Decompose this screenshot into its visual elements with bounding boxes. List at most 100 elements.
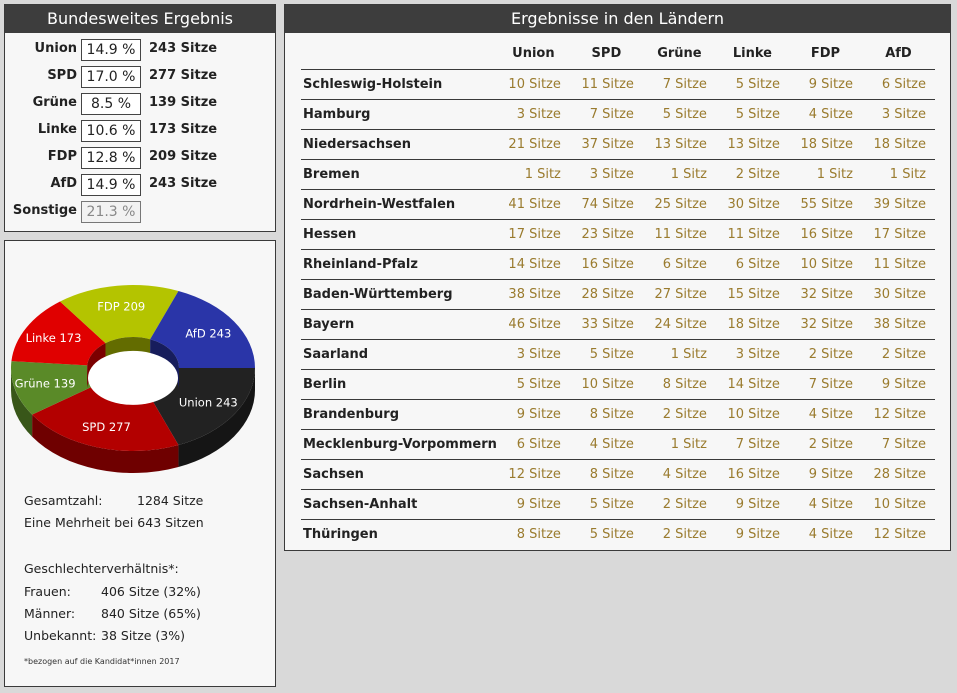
state-name: Schleswig-Holstein <box>301 68 497 99</box>
state-seat-cell: 46 Sitze <box>496 308 570 339</box>
state-seat-cell: 38 Sitze <box>496 278 570 309</box>
national-row: FDP 12.8 % 209 Sitze <box>5 147 275 169</box>
state-seat-cell: 30 Sitze <box>861 278 935 309</box>
percent-field: 14.9 % <box>81 39 141 61</box>
state-seat-cell: 25 Sitze <box>642 188 716 219</box>
state-seat-cell: 16 Sitze <box>788 218 862 249</box>
state-seat-cell: 8 Sitze <box>569 458 643 489</box>
party-column-header: AfD <box>885 46 912 62</box>
state-row: Mecklenburg-Vorpommern 6 Sitze 4 Sitze 1 Si… <box>301 428 935 459</box>
state-seat-cell: 5 Sitze <box>715 68 789 99</box>
state-seat-cell: 15 Sitze <box>715 278 789 309</box>
state-row: Baden-Württemberg 38 Sitze 28 Sitze 27 Sitz… <box>301 278 935 309</box>
state-name: Sachsen-Anhalt <box>301 488 497 519</box>
state-name: Sachsen <box>301 458 497 489</box>
state-name: Thüringen <box>301 518 497 549</box>
state-seat-cell: 1 Sitz <box>642 158 716 189</box>
party-seats: 243 Sitze <box>149 176 218 191</box>
state-seat-cell: 16 Sitze <box>569 248 643 279</box>
state-name: Berlin <box>301 368 497 399</box>
party-column-header: FDP <box>810 46 841 62</box>
percent-field: 10.6 % <box>81 120 141 142</box>
state-seat-cell: 8 Sitze <box>569 398 643 429</box>
party-name: Sonstige <box>12 203 77 218</box>
states-result-panel: Ergebnisse in den Ländern Union SPD Grüne L… <box>284 4 951 551</box>
state-seat-cell: 6 Sitze <box>496 428 570 459</box>
state-seat-cell: 24 Sitze <box>642 308 716 339</box>
state-seat-cell: 14 Sitze <box>715 368 789 399</box>
unknown-value: 38 Sitze (3%) <box>101 628 185 643</box>
state-row: Hessen 17 Sitze 23 Sitze 11 Sitze 11 Sitze 16… <box>301 218 935 249</box>
state-row: Bremen 1 Sitz 3 Sitze 1 Sitz 2 Sitze 1 Sitz 1 … <box>301 158 935 189</box>
state-name: Bayern <box>301 308 497 339</box>
national-row: AfD 14.9 % 243 Sitze <box>5 174 275 196</box>
state-name: Hamburg <box>301 98 497 129</box>
state-seat-cell: 3 Sitze <box>861 98 935 129</box>
state-seat-cell: 7 Sitze <box>715 428 789 459</box>
state-seat-cell: 6 Sitze <box>642 248 716 279</box>
state-seat-cell: 2 Sitze <box>861 338 935 369</box>
seat-donut-chart: Union 243 SPD 277 Grüne 139 Linke 173 FDP 20… <box>11 285 255 473</box>
state-seat-cell: 18 Sitze <box>715 308 789 339</box>
state-seat-cell: 4 Sitze <box>788 488 862 519</box>
state-seat-cell: 17 Sitze <box>496 218 570 249</box>
state-seat-cell: 10 Sitze <box>496 68 570 99</box>
percent-field: 17.0 % <box>81 66 141 88</box>
state-seat-cell: 32 Sitze <box>788 278 862 309</box>
unknown-label: Unbekannt: <box>24 628 97 643</box>
state-seat-cell: 2 Sitze <box>788 338 862 369</box>
men-label: Männer: <box>24 606 76 621</box>
state-seat-cell: 18 Sitze <box>861 128 935 159</box>
party-name: SPD <box>47 68 77 83</box>
state-seat-cell: 9 Sitze <box>788 68 862 99</box>
state-name: Hessen <box>301 218 497 249</box>
state-seat-cell: 1 Sitz <box>642 338 716 369</box>
state-seat-cell: 23 Sitze <box>569 218 643 249</box>
state-seat-cell: 5 Sitze <box>569 488 643 519</box>
state-seat-cell: 7 Sitze <box>788 368 862 399</box>
state-seat-cell: 12 Sitze <box>861 398 935 429</box>
party-name: Grüne <box>32 95 77 110</box>
majority-text: Eine Mehrheit bei 643 Sitzen <box>24 515 204 530</box>
total-value: 1284 Sitze <box>137 493 204 508</box>
state-row: Brandenburg 9 Sitze 8 Sitze 2 Sitze 10 Sitze… <box>301 398 935 429</box>
national-row: Grüne 8.5 % 139 Sitze <box>5 93 275 115</box>
state-seat-cell: 10 Sitze <box>861 488 935 519</box>
state-seat-cell: 38 Sitze <box>861 308 935 339</box>
state-seat-cell: 7 Sitze <box>569 98 643 129</box>
percent-field: 21.3 % <box>81 201 141 223</box>
state-seat-cell: 3 Sitze <box>496 338 570 369</box>
state-name: Mecklenburg-Vorpommern <box>301 428 497 459</box>
women-value: 406 Sitze (32%) <box>101 584 201 599</box>
state-row: Sachsen-Anhalt 9 Sitze 5 Sitze 2 Sitze 9 Sit… <box>301 488 935 519</box>
state-seat-cell: 6 Sitze <box>715 248 789 279</box>
percent-field: 8.5 % <box>81 93 141 115</box>
national-result-panel: Bundesweites Ergebnis Union 14.9 % 243 Sit… <box>4 4 276 232</box>
slice-label-union: Union 243 <box>179 396 238 410</box>
state-seat-cell: 9 Sitze <box>861 368 935 399</box>
party-name: AfD <box>50 176 77 191</box>
state-seat-cell: 14 Sitze <box>496 248 570 279</box>
state-seat-cell: 11 Sitze <box>569 68 643 99</box>
party-seats: 209 Sitze <box>149 149 218 164</box>
slice-label-afd: AfD 243 <box>185 326 231 340</box>
state-name: Saarland <box>301 338 497 369</box>
national-row: Linke 10.6 % 173 Sitze <box>5 120 275 142</box>
state-seat-cell: 28 Sitze <box>569 278 643 309</box>
state-row: Bayern 46 Sitze 33 Sitze 24 Sitze 18 Sitze 32… <box>301 308 935 339</box>
state-row: Thüringen 8 Sitze 5 Sitze 2 Sitze 9 Sitze 4 S… <box>301 518 935 549</box>
state-seat-cell: 17 Sitze <box>861 218 935 249</box>
state-column-header <box>301 39 497 69</box>
national-row: Sonstige 21.3 % <box>5 201 275 223</box>
state-seat-cell: 32 Sitze <box>788 308 862 339</box>
state-seat-cell: 2 Sitze <box>715 158 789 189</box>
state-seat-cell: 74 Sitze <box>569 188 643 219</box>
state-seat-cell: 2 Sitze <box>642 488 716 519</box>
state-seat-cell: 55 Sitze <box>788 188 862 219</box>
state-row: Rheinland-Pfalz 14 Sitze 16 Sitze 6 Sitze 6 … <box>301 248 935 279</box>
state-seat-cell: 1 Sitz <box>496 158 570 189</box>
state-row: Schleswig-Holstein 10 Sitze 11 Sitze 7 Sitz… <box>301 68 935 99</box>
state-seat-cell: 4 Sitze <box>788 518 862 549</box>
state-seat-cell: 4 Sitze <box>788 98 862 129</box>
state-name: Brandenburg <box>301 398 497 429</box>
